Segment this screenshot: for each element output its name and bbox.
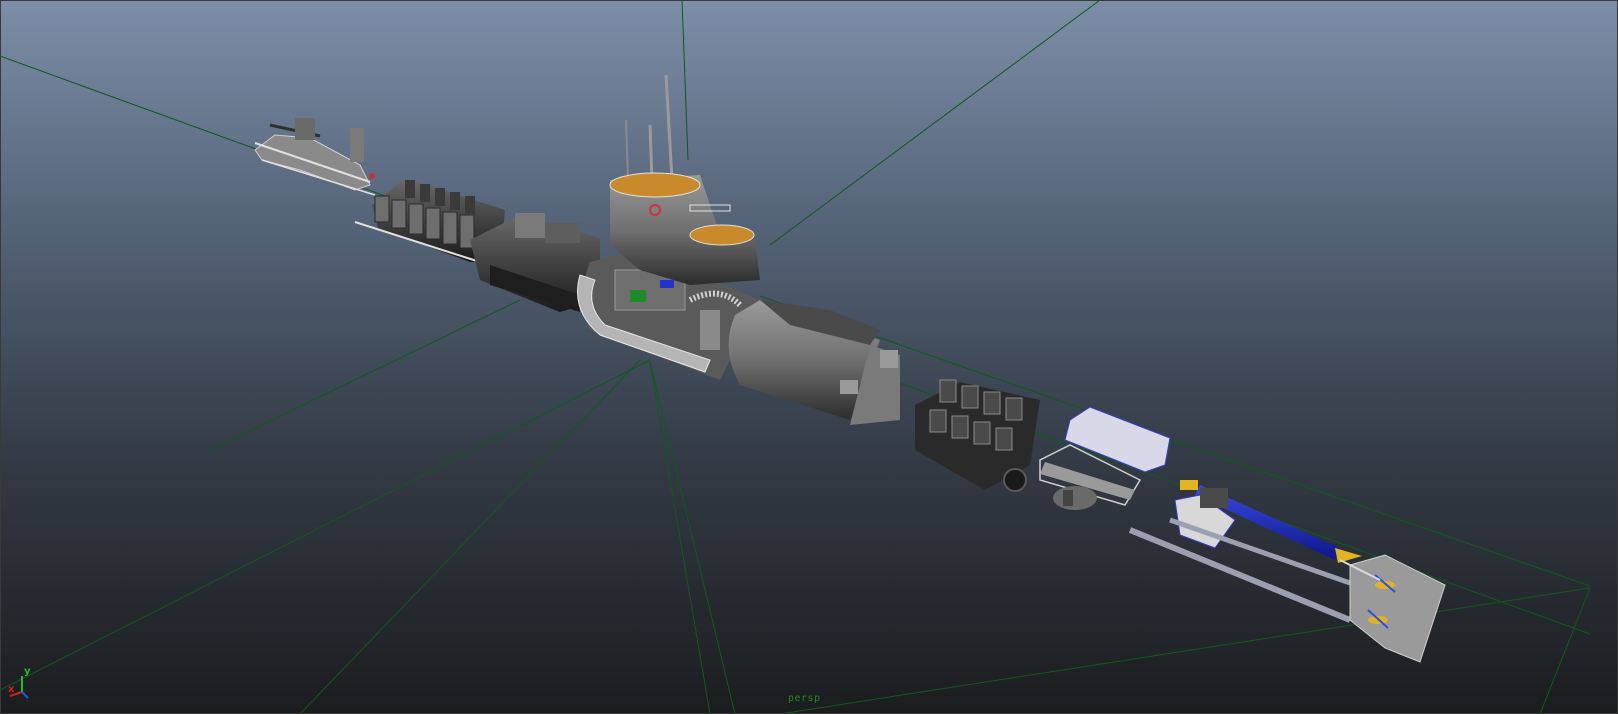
stern-section[interactable] [1339, 554, 1446, 663]
grid-line [209, 299, 521, 451]
green-console [630, 290, 646, 302]
electric-motors[interactable] [1039, 406, 1171, 510]
grid-line [769, 0, 1101, 246]
z-axis-line [21, 691, 29, 699]
grid-line [759, 295, 1591, 587]
aft-hull-section[interactable] [728, 300, 900, 425]
deck-gun[interactable] [254, 118, 376, 196]
torpedo-warhead [1335, 548, 1362, 563]
diesel-engines[interactable] [915, 379, 1040, 492]
bridge-deck [609, 172, 701, 198]
grid-line [649, 361, 711, 714]
axis-gizmo: x y [6, 662, 46, 702]
grid-line [681, 0, 689, 161]
x-axis-label: x [8, 684, 15, 695]
conning-tower[interactable] [609, 74, 760, 285]
periscope-mast [664, 74, 674, 181]
antenna-mast [648, 124, 654, 181]
perspective-viewport[interactable]: x y persp [0, 0, 1618, 714]
grid-line [299, 359, 641, 714]
y-axis-label: y [24, 666, 31, 677]
grid-line [649, 361, 736, 714]
grid-line [0, 359, 651, 691]
camera-name-label: persp [788, 693, 821, 704]
grid-line [779, 587, 1591, 714]
scene-canvas[interactable] [0, 0, 1618, 714]
grid-line [1539, 587, 1591, 714]
wintergarten-deck [689, 224, 755, 246]
